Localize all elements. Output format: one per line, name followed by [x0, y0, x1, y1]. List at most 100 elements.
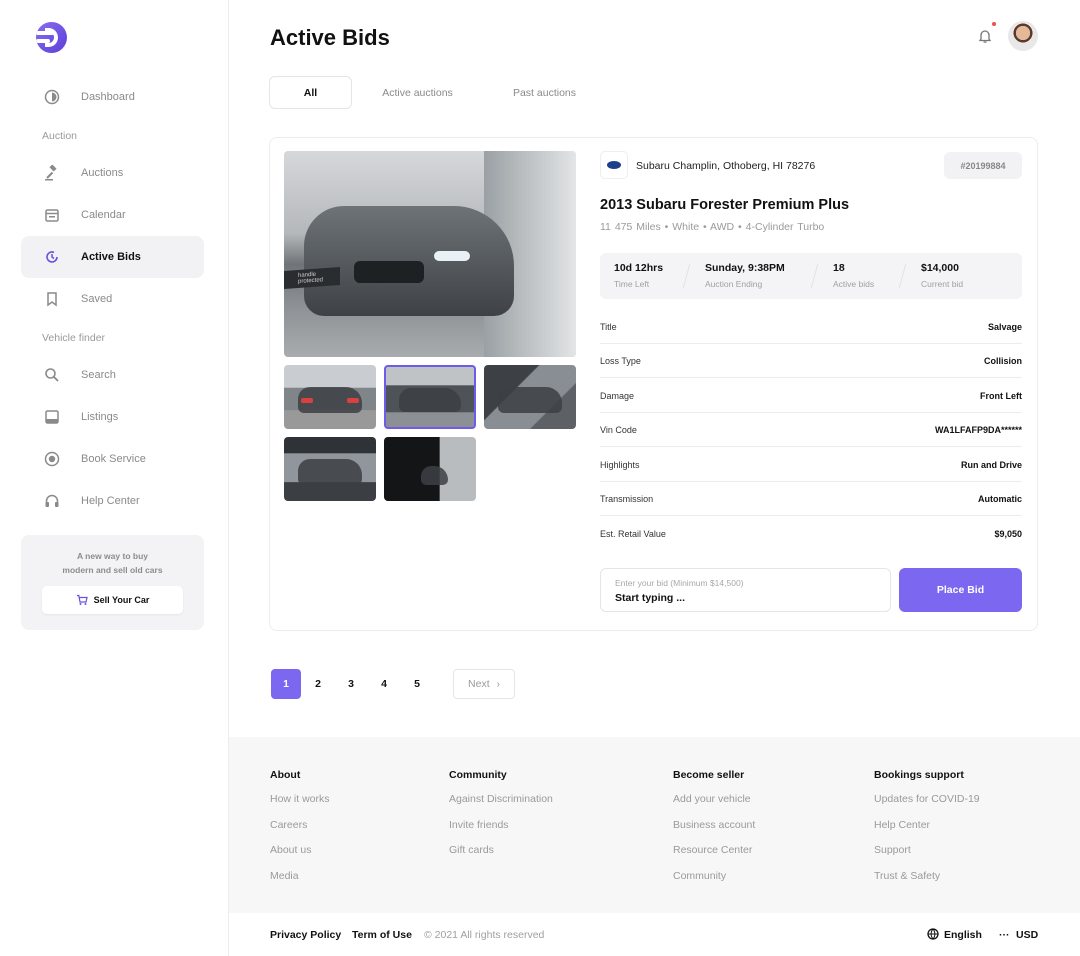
sidebar-item-label: Calendar [81, 209, 126, 221]
footer-link[interactable]: Gift cards [449, 844, 553, 870]
car-thumbnail[interactable] [284, 365, 376, 429]
car-thumbnail[interactable] [284, 437, 376, 501]
auction-stats: 10d 12hrs Time Left Sunday, 9:38PM Auction… [600, 253, 1022, 299]
footer-link[interactable]: Resource Center [673, 844, 755, 870]
footer-heading: About [270, 769, 301, 781]
sidebar-item-listings[interactable]: Listings [21, 396, 204, 438]
bid-input-value: Start typing ... [615, 592, 686, 604]
stat-current-bid: $14,000 Current bid [921, 262, 963, 289]
detail-row-transmission: Transmission Automatic [600, 482, 1022, 516]
footer-link[interactable]: Careers [270, 819, 330, 845]
currency-selector[interactable]: USD [1016, 929, 1038, 941]
stat-value: 10d 12hrs [614, 262, 664, 274]
sell-your-car-button[interactable]: Sell Your Car [42, 586, 183, 614]
footer-link[interactable]: Add your vehicle [673, 793, 755, 819]
privacy-policy-link[interactable]: Privacy Policy [270, 929, 341, 941]
search-icon [45, 368, 59, 382]
detail-key: Loss Type [600, 355, 641, 366]
footer-column-become-seller: Become seller Add your vehicle Business … [673, 769, 755, 895]
tab-past-auctions[interactable]: Past auctions [496, 76, 593, 109]
detail-value: Salvage [987, 321, 1022, 332]
sidebar-item-calendar[interactable]: Calendar [21, 194, 204, 236]
plate-text: handle protected [298, 271, 324, 285]
chevron-right-icon: › [496, 678, 500, 690]
footer-link[interactable]: Help Center [874, 819, 980, 845]
tab-all[interactable]: All [269, 76, 352, 109]
sidebar-item-search[interactable]: Search [21, 354, 204, 396]
sidebar-item-label: Listings [81, 411, 119, 423]
notification-dot [992, 22, 996, 26]
footer-link[interactable]: Business account [673, 819, 755, 845]
stat-label: Current bid [921, 279, 964, 289]
page-button-1[interactable]: 1 [271, 669, 301, 699]
service-icon [44, 451, 60, 467]
detail-key: Damage [600, 390, 635, 401]
page-button-5[interactable]: 5 [402, 669, 432, 699]
page-button-3[interactable]: 3 [336, 669, 366, 699]
detail-key: Highlights [600, 459, 640, 470]
bookmark-icon [47, 292, 57, 307]
bid-amount-input[interactable]: Enter your bid (Minimum $14,500) Start t… [600, 568, 891, 612]
footer-heading: Bookings support [874, 769, 964, 781]
sidebar-item-dashboard[interactable]: Dashboard [21, 76, 204, 118]
footer-link[interactable]: Updates for COVID-19 [874, 793, 980, 819]
sidebar-item-auctions[interactable]: Auctions [21, 152, 204, 194]
footer-link[interactable]: How it works [270, 793, 330, 819]
sidebar-item-label: Search [81, 369, 116, 381]
place-bid-button[interactable]: Place Bid [899, 568, 1022, 612]
detail-row-retail-value: Est. Retail Value $9,050 [600, 517, 1022, 551]
globe-icon [927, 928, 939, 940]
brand-logo[interactable] [36, 22, 67, 53]
terms-of-use-link[interactable]: Term of Use [352, 929, 412, 941]
next-page-button[interactable]: Next › [453, 669, 515, 699]
detail-row-loss-type: Loss Type Collision [600, 344, 1022, 378]
copyright-text: © 2021 All rights reserved [424, 929, 545, 941]
car-specs: 11 475 Miles • White • AWD • 4-Cylinder … [600, 221, 825, 233]
sidebar-item-saved[interactable]: Saved [21, 278, 204, 320]
sidebar-item-label: Book Service [81, 453, 146, 465]
subaru-logo [600, 151, 628, 179]
page-title: Active Bids [270, 25, 390, 50]
sidebar-item-label: Dashboard [81, 91, 135, 103]
footer-link[interactable]: Invite friends [449, 819, 553, 845]
page-button-2[interactable]: 2 [303, 669, 333, 699]
footer-link[interactable]: Media [270, 870, 330, 896]
sidebar-item-label: Auctions [81, 167, 124, 179]
footer-link[interactable]: About us [270, 844, 330, 870]
section-label-vehicle-finder: Vehicle finder [42, 332, 106, 344]
main-car-photo[interactable]: handle protected [284, 151, 576, 357]
detail-row-title: Title Salvage [600, 310, 1022, 344]
stat-label: Auction Ending [705, 279, 763, 289]
tab-active-auctions[interactable]: Active auctions [365, 76, 470, 109]
sidebar-item-help-center[interactable]: Help Center [21, 480, 204, 522]
sidebar-item-active-bids[interactable]: Active Bids [21, 236, 204, 278]
footer-link[interactable]: Support [874, 844, 980, 870]
language-selector[interactable]: English [944, 929, 982, 941]
detail-value: Front Left [980, 390, 1022, 401]
page-button-4[interactable]: 4 [369, 669, 399, 699]
stat-value: 18 [833, 262, 845, 274]
bell-icon[interactable] [977, 28, 993, 44]
bid-input-placeholder: Enter your bid (Minimum $14,500) [615, 578, 744, 588]
footer-column-community: Community Against Discrimination Invite … [449, 769, 553, 870]
avatar[interactable] [1008, 21, 1038, 51]
car-thumbnail[interactable] [484, 365, 576, 429]
stat-auction-ending: Sunday, 9:38PM Auction Ending [705, 262, 785, 289]
detail-key: Est. Retail Value [600, 529, 666, 539]
cart-icon [76, 594, 88, 605]
lot-number-badge: #20199884 [944, 152, 1022, 179]
detail-key: Transmission [600, 493, 654, 504]
car-thumbnail[interactable] [384, 437, 476, 501]
footer-link[interactable]: Community [673, 870, 755, 896]
listings-icon [45, 410, 59, 424]
stat-active-bids: 18 Active bids [833, 262, 874, 289]
footer-column-bookings-support: Bookings support Updates for COVID-19 He… [874, 769, 980, 895]
sidebar-item-book-service[interactable]: Book Service [21, 438, 204, 480]
detail-value: Run and Drive [960, 459, 1022, 470]
footer-link[interactable]: Against Discrimination [449, 793, 553, 819]
promo-text: A new way to buy modern and sell old cars [21, 549, 204, 577]
car-thumbnail-selected[interactable] [384, 365, 476, 429]
footer-link[interactable]: Trust & Safety [874, 870, 980, 896]
detail-row-vin-code: Vin Code WA1LFAFP9DA****** [600, 413, 1022, 447]
sidebar-item-label: Help Center [81, 495, 140, 507]
